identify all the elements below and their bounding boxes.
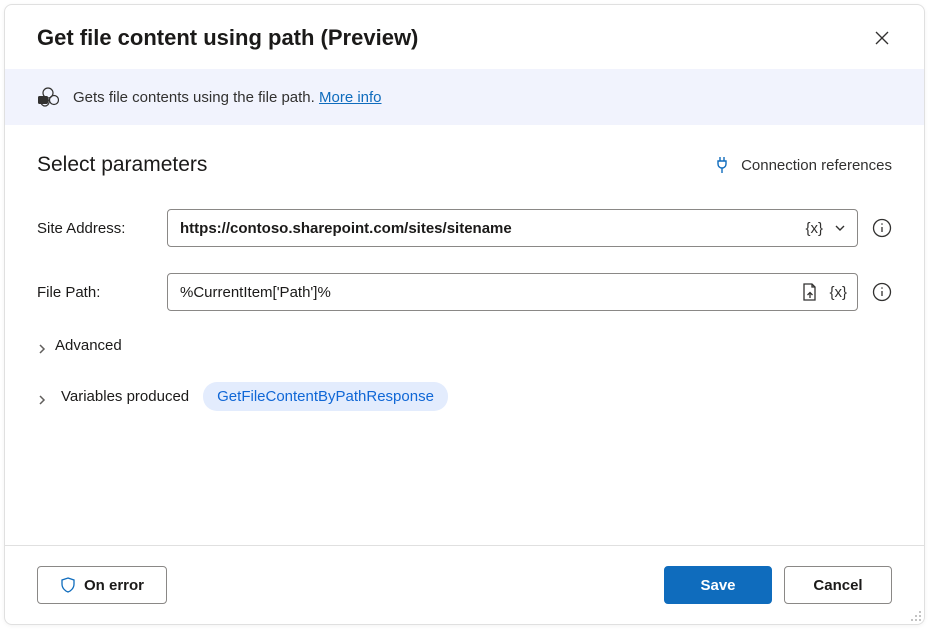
file-path-row: File Path: {x} xyxy=(37,273,892,311)
file-path-input-wrap[interactable]: {x} xyxy=(167,273,858,311)
more-info-link[interactable]: More info xyxy=(319,89,382,106)
dialog-header: Get file content using path (Preview) xyxy=(5,5,924,69)
banner-description: Gets file contents using the file path. xyxy=(73,89,315,106)
file-path-input[interactable] xyxy=(180,284,793,301)
sharepoint-icon: S xyxy=(37,87,59,107)
file-picker-icon[interactable] xyxy=(799,280,821,304)
info-icon[interactable] xyxy=(872,218,892,238)
variable-token-button[interactable]: {x} xyxy=(803,218,825,239)
resize-handle-icon[interactable] xyxy=(908,608,922,622)
variables-produced-toggle[interactable]: Variables produced GetFileContentByPathR… xyxy=(37,382,892,411)
advanced-label: Advanced xyxy=(55,337,122,354)
file-path-label: File Path: xyxy=(37,284,163,301)
info-banner: S Gets file contents using the file path… xyxy=(5,69,924,125)
info-icon[interactable] xyxy=(872,282,892,302)
params-title: Select parameters xyxy=(37,153,207,177)
advanced-toggle[interactable]: Advanced xyxy=(37,337,892,354)
plug-icon xyxy=(715,156,731,174)
cancel-button[interactable]: Cancel xyxy=(784,566,892,604)
dialog-title: Get file content using path (Preview) xyxy=(37,25,418,51)
connection-references-button[interactable]: Connection references xyxy=(715,156,892,174)
dialog-footer: On error Save Cancel xyxy=(5,545,924,624)
variable-token-button[interactable]: {x} xyxy=(827,282,849,303)
on-error-button[interactable]: On error xyxy=(37,566,167,604)
dialog: Get file content using path (Preview) S … xyxy=(4,4,925,625)
connection-references-label: Connection references xyxy=(741,157,892,174)
site-address-input[interactable] xyxy=(180,220,797,237)
chevron-right-icon xyxy=(37,392,47,402)
site-address-row: Site Address: {x} xyxy=(37,209,892,247)
dialog-content: Select parameters Connection references … xyxy=(5,125,924,545)
site-address-input-wrap[interactable]: {x} xyxy=(167,209,858,247)
variable-badge[interactable]: GetFileContentByPathResponse xyxy=(203,382,448,411)
save-button[interactable]: Save xyxy=(664,566,772,604)
banner-text: Gets file contents using the file path. … xyxy=(73,89,382,106)
params-header: Select parameters Connection references xyxy=(37,153,892,177)
chevron-right-icon xyxy=(37,341,47,351)
on-error-label: On error xyxy=(84,577,144,594)
shield-icon xyxy=(60,577,76,593)
chevron-down-icon[interactable] xyxy=(831,219,849,237)
close-icon[interactable] xyxy=(872,28,892,48)
site-address-label: Site Address: xyxy=(37,220,163,237)
svg-text:S: S xyxy=(41,96,45,104)
variables-produced-label: Variables produced xyxy=(61,388,189,405)
